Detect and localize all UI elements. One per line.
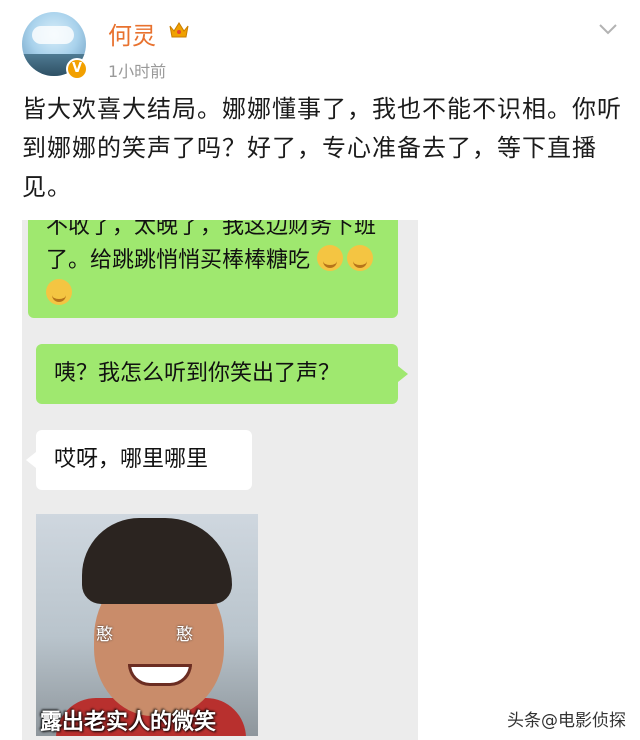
verified-v-icon: V — [66, 58, 88, 80]
meme-tag-right: 憨 — [176, 625, 193, 645]
meme-image: 憨 憨 露出老实人的微笑 — [36, 514, 258, 736]
grin-emoji-icon — [317, 245, 344, 271]
post-text: 皆大欢喜大结局。娜娜懂事了，我也不能不识相。你听到娜娜的笑声了吗？好了，专心准备… — [22, 95, 622, 201]
username[interactable]: 何灵 — [108, 16, 156, 51]
chat-message-text: 咦？我怎么听到你笑出了声？ — [54, 361, 341, 386]
grin-emoji-icon — [46, 279, 72, 305]
watermark: 头条@电影侦探 — [507, 711, 626, 731]
post-timestamp: 1小时前 — [108, 62, 167, 81]
chat-bubble-right: 咦？我怎么听到你笑出了声？ — [36, 344, 408, 404]
chevron-down-icon[interactable] — [598, 22, 618, 36]
avatar-cloud — [32, 26, 74, 44]
meme-caption: 露出老实人的微笑 — [40, 710, 217, 735]
grin-emoji-icon — [347, 245, 374, 271]
chat-bubble-left: 哎呀，哪里哪里 — [26, 430, 252, 490]
chat-bubble-right: 不收了，太晚了，我这边财务下班了。给跳跳悄悄买棒棒糖吃 — [28, 220, 398, 318]
meme-hair — [82, 518, 232, 604]
crown-icon — [169, 22, 189, 38]
chat-message-text: 哎呀，哪里哪里 — [54, 447, 209, 472]
meme-tag-left: 憨 — [96, 625, 113, 645]
chat-screenshot: 不收了，太晚了，我这边财务下班了。给跳跳悄悄买棒棒糖吃 咦？我怎么听到你笑出了声… — [22, 220, 418, 740]
